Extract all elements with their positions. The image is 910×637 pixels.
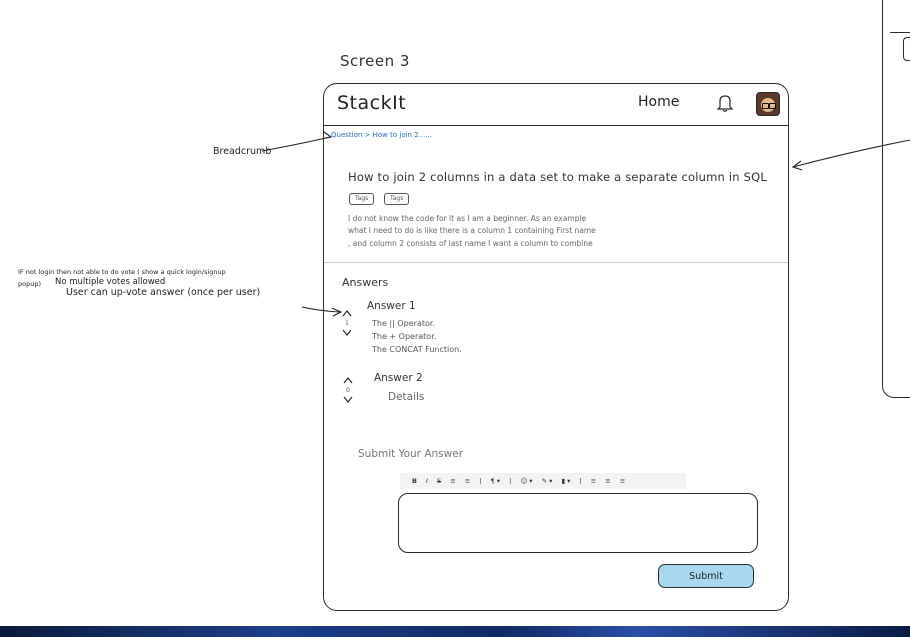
desktop-taskbar-strip <box>0 626 910 637</box>
arrow-breadcrumb <box>261 136 331 152</box>
arrow-question <box>792 139 910 168</box>
annotation-arrows <box>261 131 910 317</box>
